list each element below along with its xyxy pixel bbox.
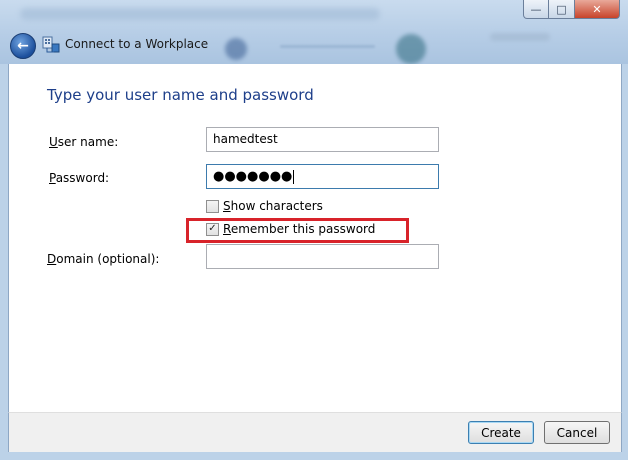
- checkmark-icon: ✓: [208, 223, 217, 234]
- password-field[interactable]: ●●●●●●●: [206, 164, 439, 189]
- show-characters-option[interactable]: Show characters: [206, 199, 323, 213]
- blurred-background-text: [490, 33, 550, 41]
- button-bar: Create Cancel: [8, 412, 622, 453]
- remember-password-option[interactable]: ✓ Remember this password: [206, 222, 375, 236]
- username-field[interactable]: hamedtest: [206, 127, 439, 152]
- back-button[interactable]: ←: [10, 33, 36, 59]
- domain-field[interactable]: [206, 244, 439, 269]
- workplace-network-icon: [42, 36, 60, 53]
- create-button[interactable]: Create: [468, 421, 534, 444]
- username-label: User name:: [49, 135, 119, 149]
- password-dots: ●●●●●●●: [213, 169, 293, 184]
- text-caret: [293, 169, 295, 184]
- maximize-button[interactable]: □: [549, 0, 575, 19]
- domain-label: Domain (optional):: [47, 252, 160, 266]
- password-label: Password:: [49, 171, 110, 185]
- remember-password-checkbox[interactable]: ✓: [206, 222, 219, 236]
- wizard-title: Connect to a Workplace: [65, 37, 209, 51]
- cancel-button[interactable]: Cancel: [544, 421, 610, 444]
- wizard-content: Type your user name and password User na…: [8, 64, 622, 412]
- remember-password-label: Remember this password: [223, 222, 376, 236]
- minimize-button[interactable]: —: [523, 0, 549, 19]
- page-heading: Type your user name and password: [47, 86, 314, 104]
- blurred-background-globe: [396, 34, 426, 64]
- window-bottom-edge: [0, 452, 628, 460]
- title-bar: — □ ✕ ← Connect to a Workplace: [0, 0, 628, 64]
- blurred-background-line: [280, 45, 375, 48]
- blurred-background-text: [20, 8, 380, 20]
- back-arrow-icon: ←: [17, 38, 29, 54]
- show-characters-label: Show characters: [223, 199, 323, 213]
- show-characters-checkbox[interactable]: [206, 199, 219, 213]
- blurred-background-icon: [225, 38, 247, 60]
- close-button[interactable]: ✕: [575, 0, 620, 19]
- window-controls: — □ ✕: [523, 0, 620, 19]
